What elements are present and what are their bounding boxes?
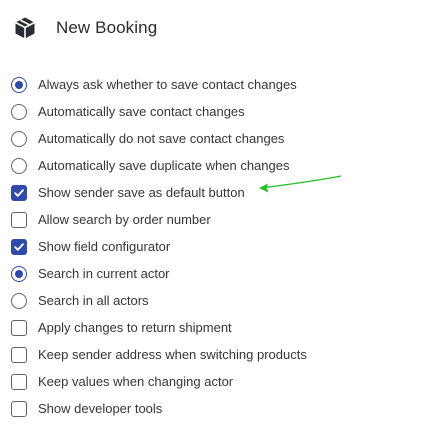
- option-label: Show developer tools: [38, 401, 163, 416]
- option-show-field-configurator[interactable]: Show field configurator: [10, 233, 430, 260]
- option-always-ask-save-contact[interactable]: Always ask whether to save contact chang…: [10, 71, 430, 98]
- header: New Booking: [12, 14, 157, 42]
- checkbox[interactable]: [11, 346, 27, 363]
- radio-button[interactable]: [11, 265, 27, 282]
- option-label: Automatically save contact changes: [38, 104, 245, 119]
- option-label: Search in current actor: [38, 266, 170, 281]
- option-label: Search in all actors: [38, 293, 149, 308]
- option-allow-search-order-number[interactable]: Allow search by order number: [10, 206, 430, 233]
- option-auto-save-contact[interactable]: Automatically save contact changes: [10, 98, 430, 125]
- page-title: New Booking: [56, 18, 158, 37]
- radio-button[interactable]: [11, 292, 27, 309]
- option-label: Always ask whether to save contact chang…: [38, 77, 297, 92]
- option-label: Show sender save as default button: [38, 185, 245, 200]
- checkmark-icon: [14, 188, 24, 197]
- option-label: Apply changes to return shipment: [38, 320, 232, 335]
- checkbox[interactable]: [11, 400, 27, 417]
- radio-button[interactable]: [11, 103, 27, 120]
- radio-button[interactable]: [11, 130, 27, 147]
- option-label: Allow search by order number: [38, 212, 211, 227]
- settings-options-list: Always ask whether to save contact chang…: [10, 71, 430, 422]
- option-search-all-actors[interactable]: Search in all actors: [10, 287, 430, 314]
- checkmark-icon: [14, 242, 24, 251]
- option-label: Automatically do not save contact change…: [38, 131, 285, 146]
- option-auto-save-duplicate[interactable]: Automatically save duplicate when change…: [10, 152, 430, 179]
- option-keep-values-changing-actor[interactable]: Keep values when changing actor: [10, 368, 430, 395]
- option-show-sender-save-default[interactable]: Show sender save as default button: [10, 179, 430, 206]
- option-keep-sender-address[interactable]: Keep sender address when switching produ…: [10, 341, 430, 368]
- option-show-developer-tools[interactable]: Show developer tools: [10, 395, 430, 422]
- option-label: Keep sender address when switching produ…: [38, 347, 307, 362]
- option-apply-changes-return-shipment[interactable]: Apply changes to return shipment: [10, 314, 430, 341]
- option-auto-do-not-save-contact[interactable]: Automatically do not save contact change…: [10, 125, 430, 152]
- checkbox[interactable]: [11, 373, 27, 390]
- option-label: Keep values when changing actor: [38, 374, 234, 389]
- checkbox[interactable]: [11, 238, 27, 255]
- package-box-icon: [12, 15, 38, 41]
- checkbox[interactable]: [11, 211, 27, 228]
- radio-button[interactable]: [11, 157, 27, 174]
- option-search-current-actor[interactable]: Search in current actor: [10, 260, 430, 287]
- option-label: Show field configurator: [38, 239, 171, 254]
- radio-button[interactable]: [11, 76, 27, 93]
- checkbox[interactable]: [11, 319, 27, 336]
- option-label: Automatically save duplicate when change…: [38, 158, 290, 173]
- checkbox[interactable]: [11, 184, 27, 201]
